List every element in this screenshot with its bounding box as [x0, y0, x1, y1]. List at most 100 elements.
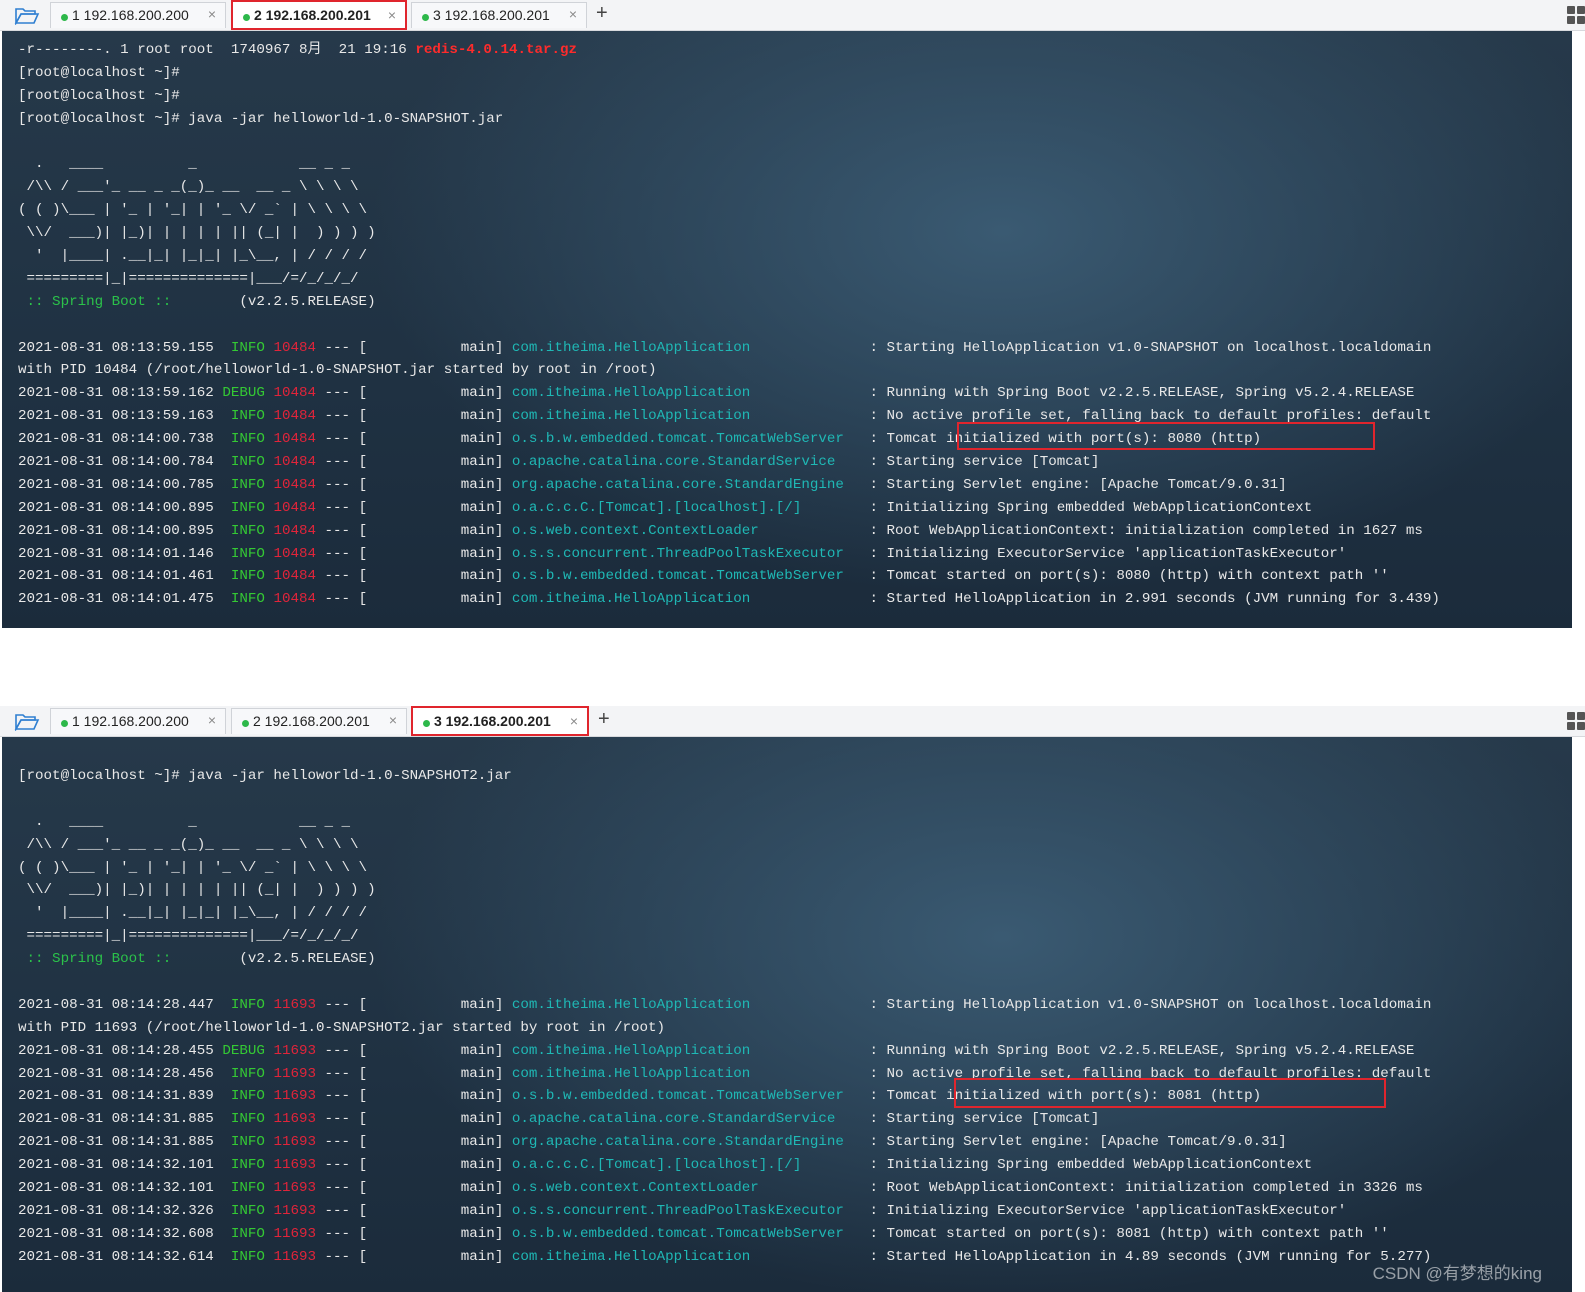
log-level: INFO	[222, 476, 274, 493]
log-message: Root WebApplicationContext: initializati…	[886, 522, 1423, 539]
log-separator: --- [	[316, 454, 461, 471]
log-timestamp: 2021-08-31 08:14:32.101	[18, 1180, 223, 1197]
log-timestamp: 2021-08-31 08:14:28.447	[18, 996, 223, 1013]
tab-session-3[interactable]: 3 192.168.200.201 ×	[411, 2, 587, 28]
log-message: Starting Servlet engine: [Apache Tomcat/…	[886, 476, 1287, 493]
grid-layout-icon[interactable]	[1567, 6, 1585, 24]
tab-session-1[interactable]: 1 192.168.200.200 ×	[50, 2, 226, 28]
log-separator: --- [	[316, 1202, 461, 1219]
log-separator: :	[860, 408, 887, 425]
log-line: 2021-08-31 08:14:31.885 INFO 11693 --- […	[18, 1131, 1431, 1154]
log-separator: --- [	[316, 996, 461, 1013]
log-separator: :	[860, 996, 887, 1013]
banner-line: ( ( )\___ | '_ | '_| | '_ \/ _` | \ \ \ …	[18, 859, 368, 876]
close-icon[interactable]: ×	[389, 712, 397, 728]
terminal-output[interactable]: [root@localhost ~]# java -jar helloworld…	[2, 737, 1572, 1292]
log-logger: org.apache.catalina.core.StandardEngine	[511, 476, 861, 493]
log-pid: 11693	[273, 1248, 317, 1265]
log-message: Starting HelloApplication v1.0-SNAPSHOT …	[886, 996, 1432, 1013]
log-level: DEBUG	[222, 385, 274, 402]
prompt-line: [root@localhost ~]#	[18, 64, 180, 81]
log-separator: --- [	[316, 1111, 461, 1128]
log-timestamp: 2021-08-31 08:14:00.895	[18, 522, 223, 539]
log-thread: main]	[460, 568, 512, 585]
close-icon[interactable]: ×	[208, 6, 216, 22]
log-thread: main]	[460, 1157, 512, 1174]
banner-line: /\\ / ___'_ __ _ _(_)_ __ __ _ \ \ \ \	[18, 836, 359, 853]
log-timestamp: 2021-08-31 08:14:31.885	[18, 1134, 223, 1151]
close-icon[interactable]: ×	[388, 7, 396, 23]
log-line: 2021-08-31 08:14:28.447 INFO 11693 --- […	[18, 994, 1431, 1017]
tab-bar: 1 192.168.200.200 × 2 192.168.200.201 × …	[0, 706, 1585, 737]
log-message: Running with Spring Boot v2.2.5.RELEASE,…	[886, 1042, 1415, 1059]
log-timestamp: 2021-08-31 08:13:59.155	[18, 339, 223, 356]
log-timestamp: 2021-08-31 08:14:00.895	[18, 499, 223, 516]
log-logger: com.itheima.HelloApplication	[511, 996, 861, 1013]
plus-icon[interactable]: +	[598, 708, 610, 731]
log-continuation: with PID 10484 (/root/helloworld-1.0-SNA…	[18, 362, 657, 379]
log-separator: :	[860, 431, 887, 448]
log-pid: 11693	[273, 1225, 317, 1242]
tab-session-2[interactable]: 2 192.168.200.201 ×	[231, 708, 407, 734]
close-icon[interactable]: ×	[570, 713, 578, 729]
log-logger: o.s.b.w.embedded.tomcat.TomcatWebServer	[511, 431, 861, 448]
plus-icon[interactable]: +	[596, 2, 608, 25]
highlight-port-box	[957, 422, 1375, 450]
status-dot	[61, 14, 68, 21]
log-timestamp: 2021-08-31 08:14:32.614	[18, 1248, 223, 1265]
log-line: 2021-08-31 08:13:59.155 INFO 10484 --- […	[18, 337, 1440, 360]
log-line: 2021-08-31 08:14:00.785 INFO 10484 --- […	[18, 474, 1440, 497]
log-thread: main]	[460, 1134, 512, 1151]
log-logger: o.apache.catalina.core.StandardService	[511, 1111, 861, 1128]
log-thread: main]	[460, 454, 512, 471]
grid-layout-icon[interactable]	[1567, 712, 1585, 730]
log-line: 2021-08-31 08:14:01.475 INFO 10484 --- […	[18, 588, 1440, 611]
log-separator: --- [	[316, 1065, 461, 1082]
folder-open-icon[interactable]	[14, 5, 40, 25]
tab-session-3[interactable]: 3 192.168.200.201 ×	[411, 706, 589, 736]
log-line: 2021-08-31 08:14:32.101 INFO 11693 --- […	[18, 1177, 1431, 1200]
log-line: 2021-08-31 08:14:28.455 DEBUG 11693 --- …	[18, 1040, 1431, 1063]
log-thread: main]	[460, 1225, 512, 1242]
log-logger: o.s.s.concurrent.ThreadPoolTaskExecutor	[511, 545, 861, 562]
log-pid: 10484	[273, 385, 317, 402]
banner-line: . ____ _ __ _ _	[18, 156, 351, 173]
banner-line: =========|_|==============|___/=/_/_/_/	[18, 928, 359, 945]
terminal-text: [root@localhost ~]# java -jar helloworld…	[18, 765, 1431, 1269]
log-separator: --- [	[316, 476, 461, 493]
log-pid: 10484	[273, 431, 317, 448]
highlight-port-box	[954, 1078, 1386, 1108]
log-thread: main]	[460, 522, 512, 539]
log-timestamp: 2021-08-31 08:14:32.326	[18, 1202, 223, 1219]
log-pid: 10484	[273, 545, 317, 562]
terminal-text: -r--------. 1 root root 1740967 8月 21 19…	[18, 39, 1440, 611]
folder-open-icon[interactable]	[14, 711, 40, 731]
log-level: INFO	[222, 545, 274, 562]
log-thread: main]	[460, 591, 512, 608]
log-thread: main]	[460, 499, 512, 516]
log-pid: 10484	[273, 476, 317, 493]
log-level: INFO	[222, 1225, 274, 1242]
close-icon[interactable]: ×	[208, 712, 216, 728]
tab-session-1[interactable]: 1 192.168.200.200 ×	[50, 708, 226, 734]
log-separator: :	[860, 1202, 887, 1219]
log-thread: main]	[460, 996, 512, 1013]
log-thread: main]	[460, 1042, 512, 1059]
log-logger: com.itheima.HelloApplication	[511, 1065, 861, 1082]
log-separator: --- [	[316, 339, 461, 356]
log-pid: 10484	[273, 454, 317, 471]
terminal-output[interactable]: -r--------. 1 root root 1740967 8月 21 19…	[2, 31, 1572, 628]
log-separator: :	[860, 339, 887, 356]
log-logger: o.s.web.context.ContextLoader	[511, 522, 861, 539]
log-timestamp: 2021-08-31 08:14:32.608	[18, 1225, 223, 1242]
file-listing: -r--------. 1 root root 1740967 8月 21 19…	[18, 42, 416, 58]
log-line: 2021-08-31 08:14:00.784 INFO 10484 --- […	[18, 451, 1440, 474]
tab-session-2[interactable]: 2 192.168.200.201 ×	[231, 0, 407, 30]
log-level: INFO	[222, 1111, 274, 1128]
log-level: INFO	[222, 408, 274, 425]
log-pid: 10484	[273, 522, 317, 539]
log-level: INFO	[222, 454, 274, 471]
close-icon[interactable]: ×	[569, 6, 577, 22]
log-line: 2021-08-31 08:14:01.461 INFO 10484 --- […	[18, 565, 1440, 588]
log-separator: :	[860, 1225, 887, 1242]
